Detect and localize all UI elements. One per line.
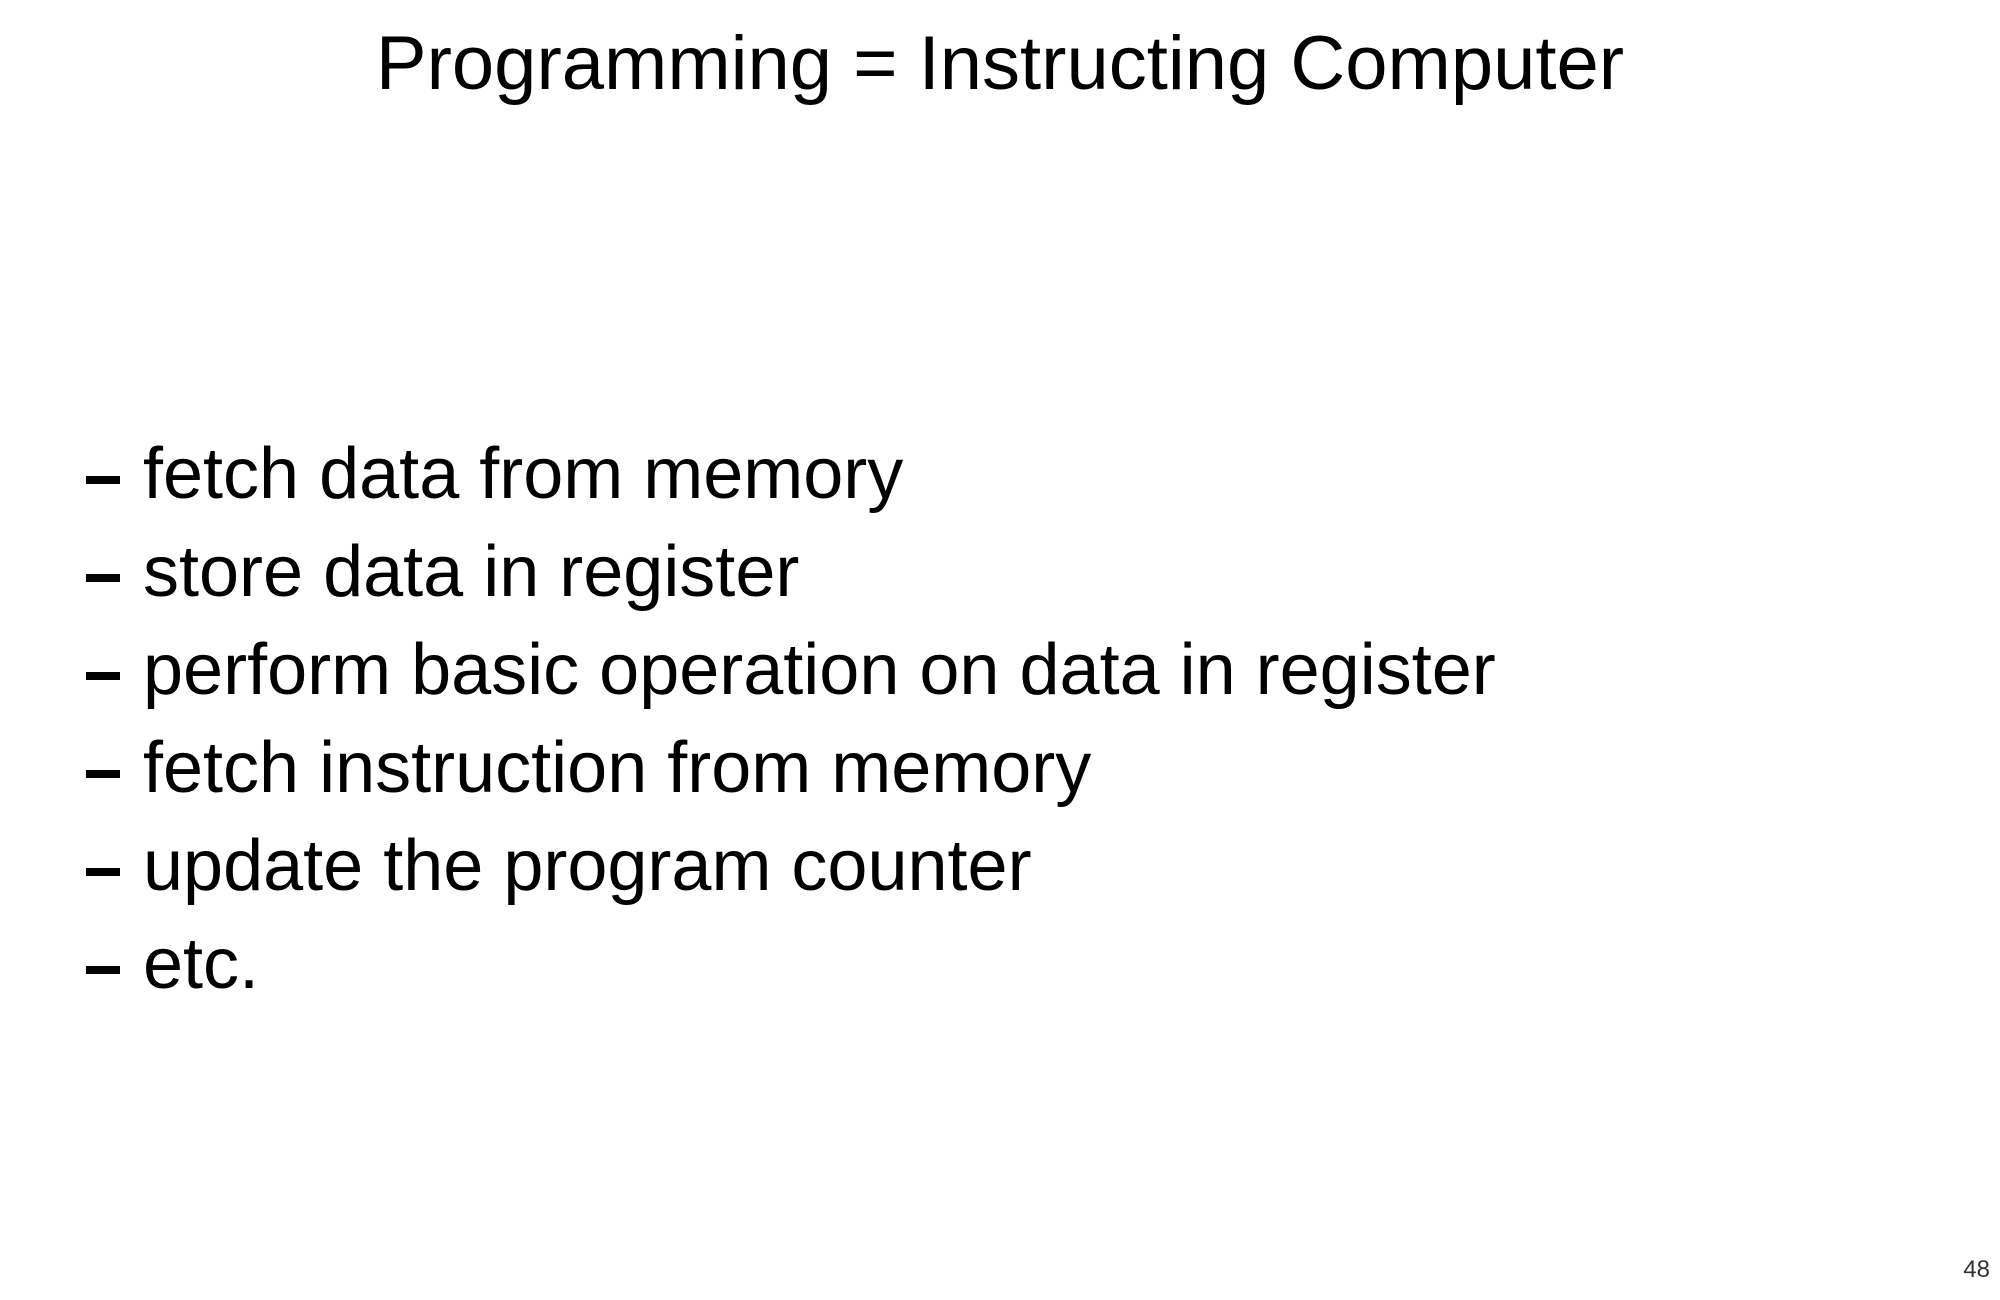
dash-bullet-icon (86, 770, 120, 778)
list-item: store data in register (86, 523, 1496, 621)
list-item-text: update the program counter (143, 826, 1032, 906)
list-item: perform basic operation on data in regis… (86, 621, 1496, 719)
list-item-text: store data in register (143, 532, 800, 612)
list-item-text: fetch data from memory (143, 434, 904, 514)
bullet-list: fetch data from memory store data in reg… (86, 425, 1496, 1013)
slide-title: Programming = Instructing Computer (375, 21, 1625, 106)
list-item-text: etc. (143, 924, 260, 1004)
dash-bullet-icon (86, 966, 120, 974)
list-item: update the program counter (86, 817, 1496, 915)
list-item: fetch instruction from memory (86, 719, 1496, 817)
list-item-text: fetch instruction from memory (143, 728, 1092, 808)
page-number: 48 (1963, 1256, 1990, 1283)
dash-bullet-icon (86, 868, 120, 876)
list-item: fetch data from memory (86, 425, 1496, 523)
dash-bullet-icon (86, 672, 120, 680)
slide: Programming = Instructing Computer fetch… (0, 0, 2000, 1300)
list-item-text: perform basic operation on data in regis… (143, 630, 1496, 710)
dash-bullet-icon (86, 574, 120, 582)
dash-bullet-icon (86, 476, 120, 484)
list-item: etc. (86, 915, 1496, 1013)
